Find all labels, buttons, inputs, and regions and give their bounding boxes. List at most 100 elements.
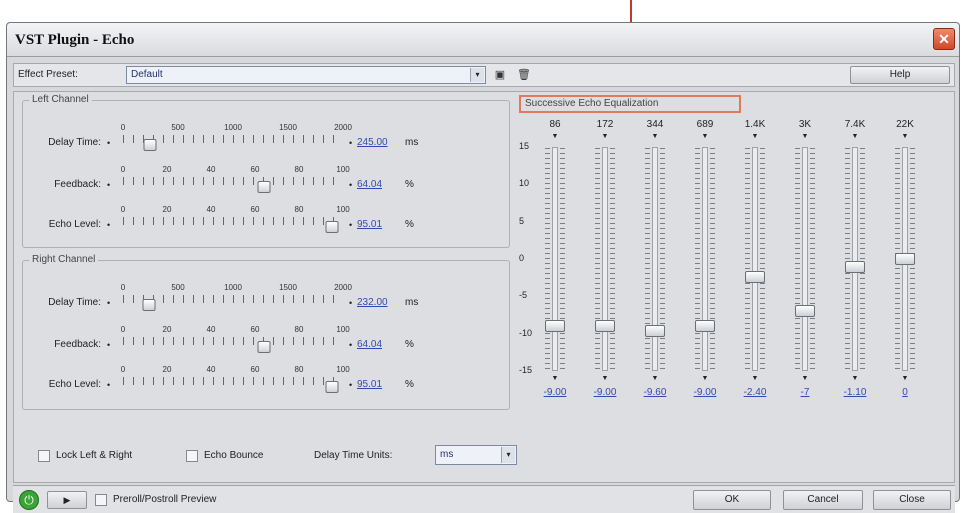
- slider-ticks: [123, 377, 343, 385]
- eq-band-frequency: 86: [549, 119, 561, 130]
- slider-thumb[interactable]: [142, 299, 156, 311]
- eq-band-slider[interactable]: [645, 147, 665, 371]
- scale-tick: 80: [294, 325, 304, 334]
- save-preset-icon[interactable]: ▣: [492, 67, 508, 83]
- scale-tick: 2000: [334, 123, 352, 132]
- close-window-button[interactable]: ✕: [933, 28, 955, 50]
- slider-thumb[interactable]: [257, 341, 271, 353]
- eq-band-frequency: 22K: [896, 119, 914, 130]
- eq-band-value[interactable]: -7: [783, 387, 827, 398]
- eq-band-frequency: 3K: [798, 119, 812, 130]
- scale-tick: 40: [206, 365, 216, 374]
- eq-band-value[interactable]: -9.60: [633, 387, 677, 398]
- triangle-down-icon: ▼: [751, 133, 759, 140]
- slider-thumb[interactable]: [325, 381, 339, 393]
- right-delay-slider[interactable]: 0 500 1000 1500 2000: [120, 283, 352, 313]
- preset-dropdown[interactable]: Default ▾: [126, 66, 486, 84]
- left-echo-level-value[interactable]: 95.01: [357, 219, 382, 230]
- left-feedback-value[interactable]: 64.04: [357, 179, 382, 190]
- slider-ticks: [123, 337, 343, 345]
- eq-band: 172 ▼ ▼ -9.00: [583, 119, 627, 409]
- scale-tick: 500: [171, 123, 185, 132]
- chevron-down-icon: ▾: [501, 447, 515, 463]
- eq-band: 86 ▼ ▼ -9.00: [533, 119, 577, 409]
- screenshot-stage: VST Plugin - Echo ✕ Effect Preset: Defau…: [0, 0, 962, 513]
- right-echo-level-value[interactable]: 95.01: [357, 379, 382, 390]
- eq-band-slider[interactable]: [595, 147, 615, 371]
- left-delay-value[interactable]: 245.00: [357, 137, 388, 148]
- delay-time-units-dropdown[interactable]: ms ▾: [435, 445, 517, 465]
- plugin-window: VST Plugin - Echo ✕ Effect Preset: Defau…: [6, 22, 960, 513]
- help-button[interactable]: Help: [850, 66, 950, 84]
- eq-band-thumb[interactable]: [845, 261, 865, 274]
- eq-band-frequency: 1.4K: [744, 119, 766, 130]
- triangle-down-icon: ▼: [851, 133, 859, 140]
- lock-left-right-checkbox[interactable]: [38, 450, 50, 462]
- eq-band-slider[interactable]: [845, 147, 865, 371]
- slider-scale: 0 20 40 60 80 100: [121, 325, 350, 337]
- left-echo-level-slider[interactable]: 0 20 40 60 80 100: [120, 205, 350, 235]
- slider-scale: 0 500 1000 1500 2000: [120, 283, 352, 295]
- eq-band-slider[interactable]: [745, 147, 765, 371]
- left-delay-slider[interactable]: 0 500 1000 1500 2000: [121, 123, 352, 153]
- scale-tick: 100: [336, 165, 350, 174]
- eq-band-thumb[interactable]: [745, 270, 765, 283]
- eq-band-thumb[interactable]: [595, 320, 615, 333]
- delay-time-units-label: Delay Time Units:: [314, 450, 393, 461]
- eq-band-value[interactable]: -9.00: [683, 387, 727, 398]
- slider-ticks: [123, 295, 343, 303]
- eq-band-value[interactable]: 0: [883, 387, 927, 398]
- eq-band-thumb[interactable]: [695, 320, 715, 333]
- right-echo-level-slider[interactable]: 0 20 40 60 80 100: [120, 365, 350, 395]
- left-feedback-slider[interactable]: 0 20 40 60 80 100: [121, 165, 350, 195]
- ok-button[interactable]: OK: [693, 490, 771, 510]
- eq-db-label: 0: [519, 253, 525, 263]
- right-echo-level-unit: %: [405, 379, 414, 390]
- eq-db-label: 15: [519, 141, 530, 151]
- scale-tick: 100: [336, 205, 350, 214]
- eq-band-frequency: 344: [646, 119, 664, 130]
- slider-thumb[interactable]: [325, 221, 339, 233]
- scale-tick: 2000: [334, 283, 352, 292]
- delay-time-label: Delay Time:: [48, 137, 101, 148]
- right-feedback-value[interactable]: 64.04: [357, 339, 382, 350]
- eq-band-thumb[interactable]: [795, 305, 815, 318]
- eq-band-value[interactable]: -9.00: [533, 387, 577, 398]
- right-delay-value[interactable]: 232.00: [357, 297, 388, 308]
- scale-tick: 0: [120, 283, 126, 292]
- scale-tick: 0: [120, 365, 126, 374]
- delete-preset-icon[interactable]: 🗑: [516, 67, 532, 83]
- bullet-icon: •: [107, 380, 111, 390]
- cancel-button[interactable]: Cancel: [783, 490, 863, 510]
- slider-thumb[interactable]: [257, 181, 271, 193]
- triangle-down-icon: ▼: [801, 375, 809, 382]
- power-icon[interactable]: ⏻: [19, 490, 39, 510]
- triangle-down-icon: ▼: [801, 133, 809, 140]
- slider-thumb[interactable]: [143, 139, 157, 151]
- bullet-icon: •: [349, 220, 353, 230]
- bullet-icon: •: [349, 298, 353, 308]
- eq-band-value[interactable]: -1.10: [833, 387, 877, 398]
- eq-band-thumb[interactable]: [895, 253, 915, 265]
- bullet-icon: •: [349, 340, 353, 350]
- eq-band-value[interactable]: -2.40: [733, 387, 777, 398]
- scale-tick: 0: [120, 205, 126, 214]
- bullet-icon: •: [349, 138, 353, 148]
- scale-tick: 80: [294, 365, 304, 374]
- bullet-icon: •: [349, 180, 353, 190]
- bullet-icon: •: [107, 138, 111, 148]
- eq-band-slider[interactable]: [795, 147, 815, 371]
- close-button[interactable]: Close: [873, 490, 951, 510]
- echo-bounce-checkbox[interactable]: [186, 450, 198, 462]
- right-delay-unit: ms: [405, 297, 419, 308]
- scale-tick: 20: [162, 205, 172, 214]
- right-channel-title: Right Channel: [29, 254, 99, 265]
- eq-band-thumb[interactable]: [545, 320, 565, 333]
- eq-band-slider[interactable]: [545, 147, 565, 371]
- eq-band-slider[interactable]: [695, 147, 715, 371]
- eq-band-thumb[interactable]: [645, 324, 665, 337]
- right-feedback-slider[interactable]: 0 20 40 60 80 100: [121, 325, 350, 355]
- eq-band-value[interactable]: -9.00: [583, 387, 627, 398]
- preroll-postroll-checkbox[interactable]: [95, 494, 107, 506]
- play-preview-button[interactable]: ▶: [47, 491, 87, 509]
